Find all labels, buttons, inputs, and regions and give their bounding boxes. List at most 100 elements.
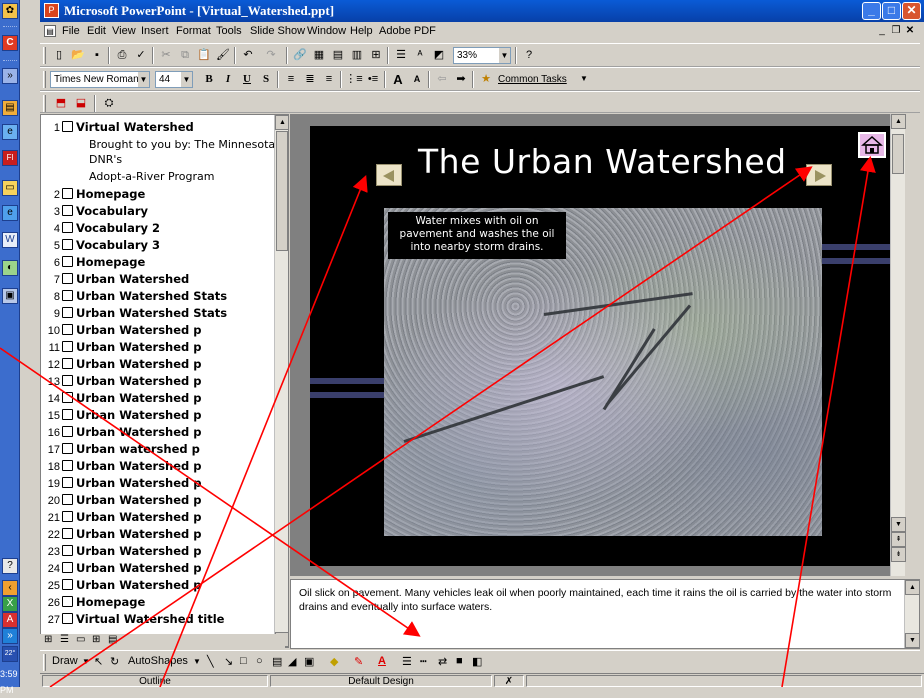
previous-slide-icon[interactable]: ⇞ (891, 532, 906, 547)
access-icon[interactable]: A (2, 612, 18, 628)
outline-subtitle[interactable]: Adopt-a-River Program (89, 169, 279, 184)
next-slide-icon[interactable]: ⇟ (891, 547, 906, 562)
menu-adobe-pdf[interactable]: Adobe PDF (379, 25, 436, 37)
3d-icon[interactable]: ◧ (472, 655, 482, 668)
spelling-icon[interactable]: ✓ (132, 47, 150, 64)
outline-slide-item[interactable]: 22 Urban Watershed p (41, 526, 277, 543)
outline-view-icon[interactable]: ☰ (60, 634, 69, 645)
help-icon[interactable]: ? (520, 47, 538, 64)
office-logo-icon[interactable]: ✿ (2, 3, 18, 19)
scroll-up-icon[interactable]: ▲ (905, 580, 920, 595)
rectangle-icon[interactable]: □ (240, 655, 247, 667)
powerpoint-icon[interactable]: ▤ (2, 100, 18, 116)
word-icon[interactable]: W (2, 232, 18, 248)
close-button[interactable]: ✕ (902, 2, 921, 20)
notes-pane[interactable]: Oil slick on pavement. Many vehicles lea… (290, 579, 920, 649)
window-icon[interactable]: ▣ (2, 288, 18, 304)
help-icon[interactable]: ? (2, 558, 18, 574)
font-select[interactable]: Times New Roman ▼ (50, 71, 150, 88)
next-slide-button[interactable] (806, 164, 832, 186)
outline-slide-item[interactable]: 17 Urban watershed p (41, 441, 277, 458)
app-icon[interactable]: ◐ (2, 260, 18, 276)
pdf-review-icon[interactable]: ⛭ (100, 95, 118, 112)
pdf-convert-icon[interactable]: ⬒ (52, 95, 70, 112)
notes-text[interactable]: Oil slick on pavement. Many vehicles lea… (299, 586, 899, 614)
spelling-status-icon[interactable]: ✗ (494, 675, 524, 687)
chevron-down-icon[interactable]: » (2, 68, 18, 84)
chevron-down-icon[interactable]: ▼ (580, 74, 588, 83)
menu-slide-show[interactable]: Slide Show (250, 25, 305, 37)
scroll-thumb[interactable] (892, 134, 904, 174)
outline-slide-item[interactable]: 8 Urban Watershed Stats (41, 288, 277, 305)
chevron-down-icon[interactable]: ▼ (82, 657, 90, 666)
expand-all-icon[interactable]: ☰ (392, 47, 410, 64)
outline-slide-item[interactable]: 25 Urban Watershed p (41, 577, 277, 594)
outline-slide-item[interactable]: 6 Homepage (41, 254, 277, 271)
open-icon[interactable]: 📂 (69, 47, 87, 64)
hyperlink-icon[interactable]: 🔗 (291, 47, 309, 64)
arrow-style-icon[interactable]: ⇄ (438, 655, 447, 668)
promote-icon[interactable]: ⇦ (433, 71, 451, 88)
outline-slide-item[interactable]: 13 Urban Watershed p (41, 373, 277, 390)
new-slide-icon[interactable]: ⊞ (367, 47, 385, 64)
outline-pane[interactable]: 1 Virtual Watershed Brought to you by: The… (40, 114, 289, 648)
outline-slide-item[interactable]: 2 Homepage (41, 186, 277, 203)
tables-icon[interactable]: ▦ (310, 47, 328, 64)
outline-slide-item[interactable]: 5 Vocabulary 3 (41, 237, 277, 254)
italic-button[interactable]: I (219, 71, 237, 88)
redo-icon[interactable]: ↷ (262, 47, 280, 64)
insert-chart-icon[interactable]: ▥ (348, 47, 366, 64)
underline-button[interactable]: U (238, 71, 256, 88)
outline-slide-item[interactable]: 27 Virtual Watershed title (41, 611, 277, 628)
autoshapes-menu-button[interactable]: AutoShapes (128, 655, 188, 667)
increase-font-icon[interactable]: A (389, 71, 407, 88)
outline-slide-item[interactable]: 18 Urban Watershed p (41, 458, 277, 475)
outline-slide-item[interactable]: 14 Urban Watershed p (41, 390, 277, 407)
outline-slide-item[interactable]: 24 Urban Watershed p (41, 560, 277, 577)
outline-subtitle[interactable]: Brought to you by: The Minnesota DNR's (89, 137, 279, 167)
bullets-icon[interactable]: •≡ (364, 71, 382, 88)
line-color-icon[interactable]: ✎ (354, 655, 363, 668)
outline-slide-item[interactable]: 23 Urban Watershed p (41, 543, 277, 560)
scroll-down-icon[interactable]: ▼ (905, 633, 920, 648)
outline-slide-item[interactable]: 9 Urban Watershed Stats (41, 305, 277, 322)
wordart-icon[interactable]: ◢ (288, 655, 296, 668)
back-icon[interactable]: ‹ (2, 580, 18, 596)
menu-help[interactable]: Help (350, 25, 373, 37)
menu-format[interactable]: Format (176, 25, 211, 37)
outline-scrollbar[interactable]: ▲ ▼ (274, 115, 288, 647)
outline-slide-item[interactable]: 20 Urban Watershed p (41, 492, 277, 509)
menu-view[interactable]: View (112, 25, 136, 37)
outline-slide-item[interactable]: 12 Urban Watershed p (41, 356, 277, 373)
flash-icon[interactable]: Fl (2, 150, 18, 166)
align-right-icon[interactable]: ≡ (320, 71, 338, 88)
ie-icon[interactable]: e (2, 124, 18, 140)
scroll-up-icon[interactable]: ▲ (891, 114, 906, 129)
outline-slide-item[interactable]: 10 Urban Watershed p (41, 322, 277, 339)
print-icon[interactable]: ⎙ (113, 47, 131, 64)
doc-restore-icon[interactable]: ❐ (890, 25, 902, 37)
menu-file[interactable]: File (62, 25, 80, 37)
scroll-thumb[interactable] (276, 131, 288, 251)
new-icon[interactable]: ▯ (50, 47, 68, 64)
forward-icon[interactable]: » (2, 628, 18, 644)
outline-slide-item[interactable]: 19 Urban Watershed p (41, 475, 277, 492)
doc-close-icon[interactable]: ✕ (904, 25, 916, 37)
menu-insert[interactable]: Insert (141, 25, 169, 37)
document-icon[interactable]: ▤ (44, 25, 56, 37)
bold-button[interactable]: B (200, 71, 218, 88)
excel-icon[interactable]: X (2, 596, 18, 612)
shadow-button[interactable]: S (257, 71, 275, 88)
line-icon[interactable]: ╲ (207, 655, 214, 668)
shadow-icon[interactable]: ■ (456, 655, 463, 667)
outline-slide-item[interactable]: 16 Urban Watershed p (41, 424, 277, 441)
home-button[interactable] (858, 132, 886, 158)
format-painter-icon[interactable]: 🖌 (214, 47, 232, 64)
outline-slide-item[interactable]: 7 Urban Watershed (41, 271, 277, 288)
outline-slide-item[interactable]: 21 Urban Watershed p (41, 509, 277, 526)
draw-menu-button[interactable]: Draw (52, 655, 78, 667)
folder-icon[interactable]: ▭ (2, 180, 18, 196)
outline-slide-item[interactable]: 3 Vocabulary (41, 203, 277, 220)
arrow-icon[interactable]: ↘ (224, 655, 233, 668)
scroll-down-icon[interactable]: ▼ (891, 517, 906, 532)
